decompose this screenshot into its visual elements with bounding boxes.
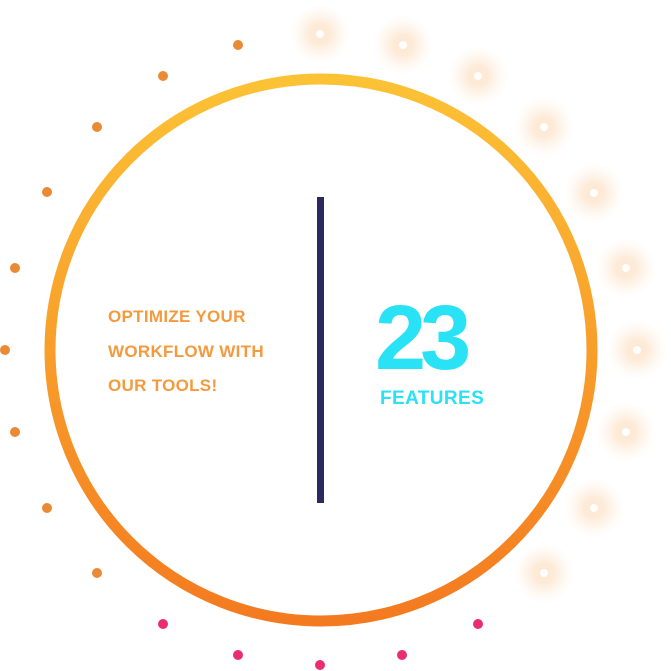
- glow-dot: [590, 189, 598, 197]
- pink-dot: [397, 650, 407, 660]
- orange-dot: [10, 263, 20, 273]
- pink-dot: [233, 650, 243, 660]
- tagline-line: OPTIMIZE YOUR: [108, 307, 246, 326]
- orange-dot: [92, 568, 102, 578]
- glow-dot: [590, 504, 598, 512]
- glow-dot: [399, 41, 407, 49]
- tagline-line: WORKFLOW WITH: [108, 341, 264, 361]
- orange-dot: [42, 503, 52, 513]
- glow-dot: [474, 72, 482, 80]
- pink-dots: [158, 619, 483, 670]
- orange-dot: [42, 187, 52, 197]
- orange-dot: [92, 122, 102, 132]
- pink-dot: [473, 619, 483, 629]
- orange-dot: [158, 71, 168, 81]
- decorative-ring-graphic: [0, 4, 667, 670]
- stat-number: 23: [375, 287, 471, 389]
- feature-count-graphic: OPTIMIZE YOUR WORKFLOW WITH OUR TOOLS! 2…: [0, 0, 671, 671]
- vertical-divider: [317, 197, 324, 503]
- orange-dot: [0, 345, 10, 355]
- orange-dot: [10, 427, 20, 437]
- glow-dot: [622, 428, 630, 436]
- tagline-line: OUR TOOLS!: [108, 376, 218, 395]
- orange-dot: [233, 40, 243, 50]
- glow-dot: [540, 569, 548, 577]
- glow-dot: [316, 30, 324, 38]
- glow-dot: [540, 123, 548, 131]
- pink-dot: [315, 660, 325, 670]
- glow-dot: [622, 264, 630, 272]
- pink-dot: [158, 619, 168, 629]
- stat-label: FEATURES: [380, 388, 485, 409]
- glow-dot: [633, 346, 641, 354]
- tagline: OPTIMIZE YOUR WORKFLOW WITH OUR TOOLS!: [108, 300, 308, 404]
